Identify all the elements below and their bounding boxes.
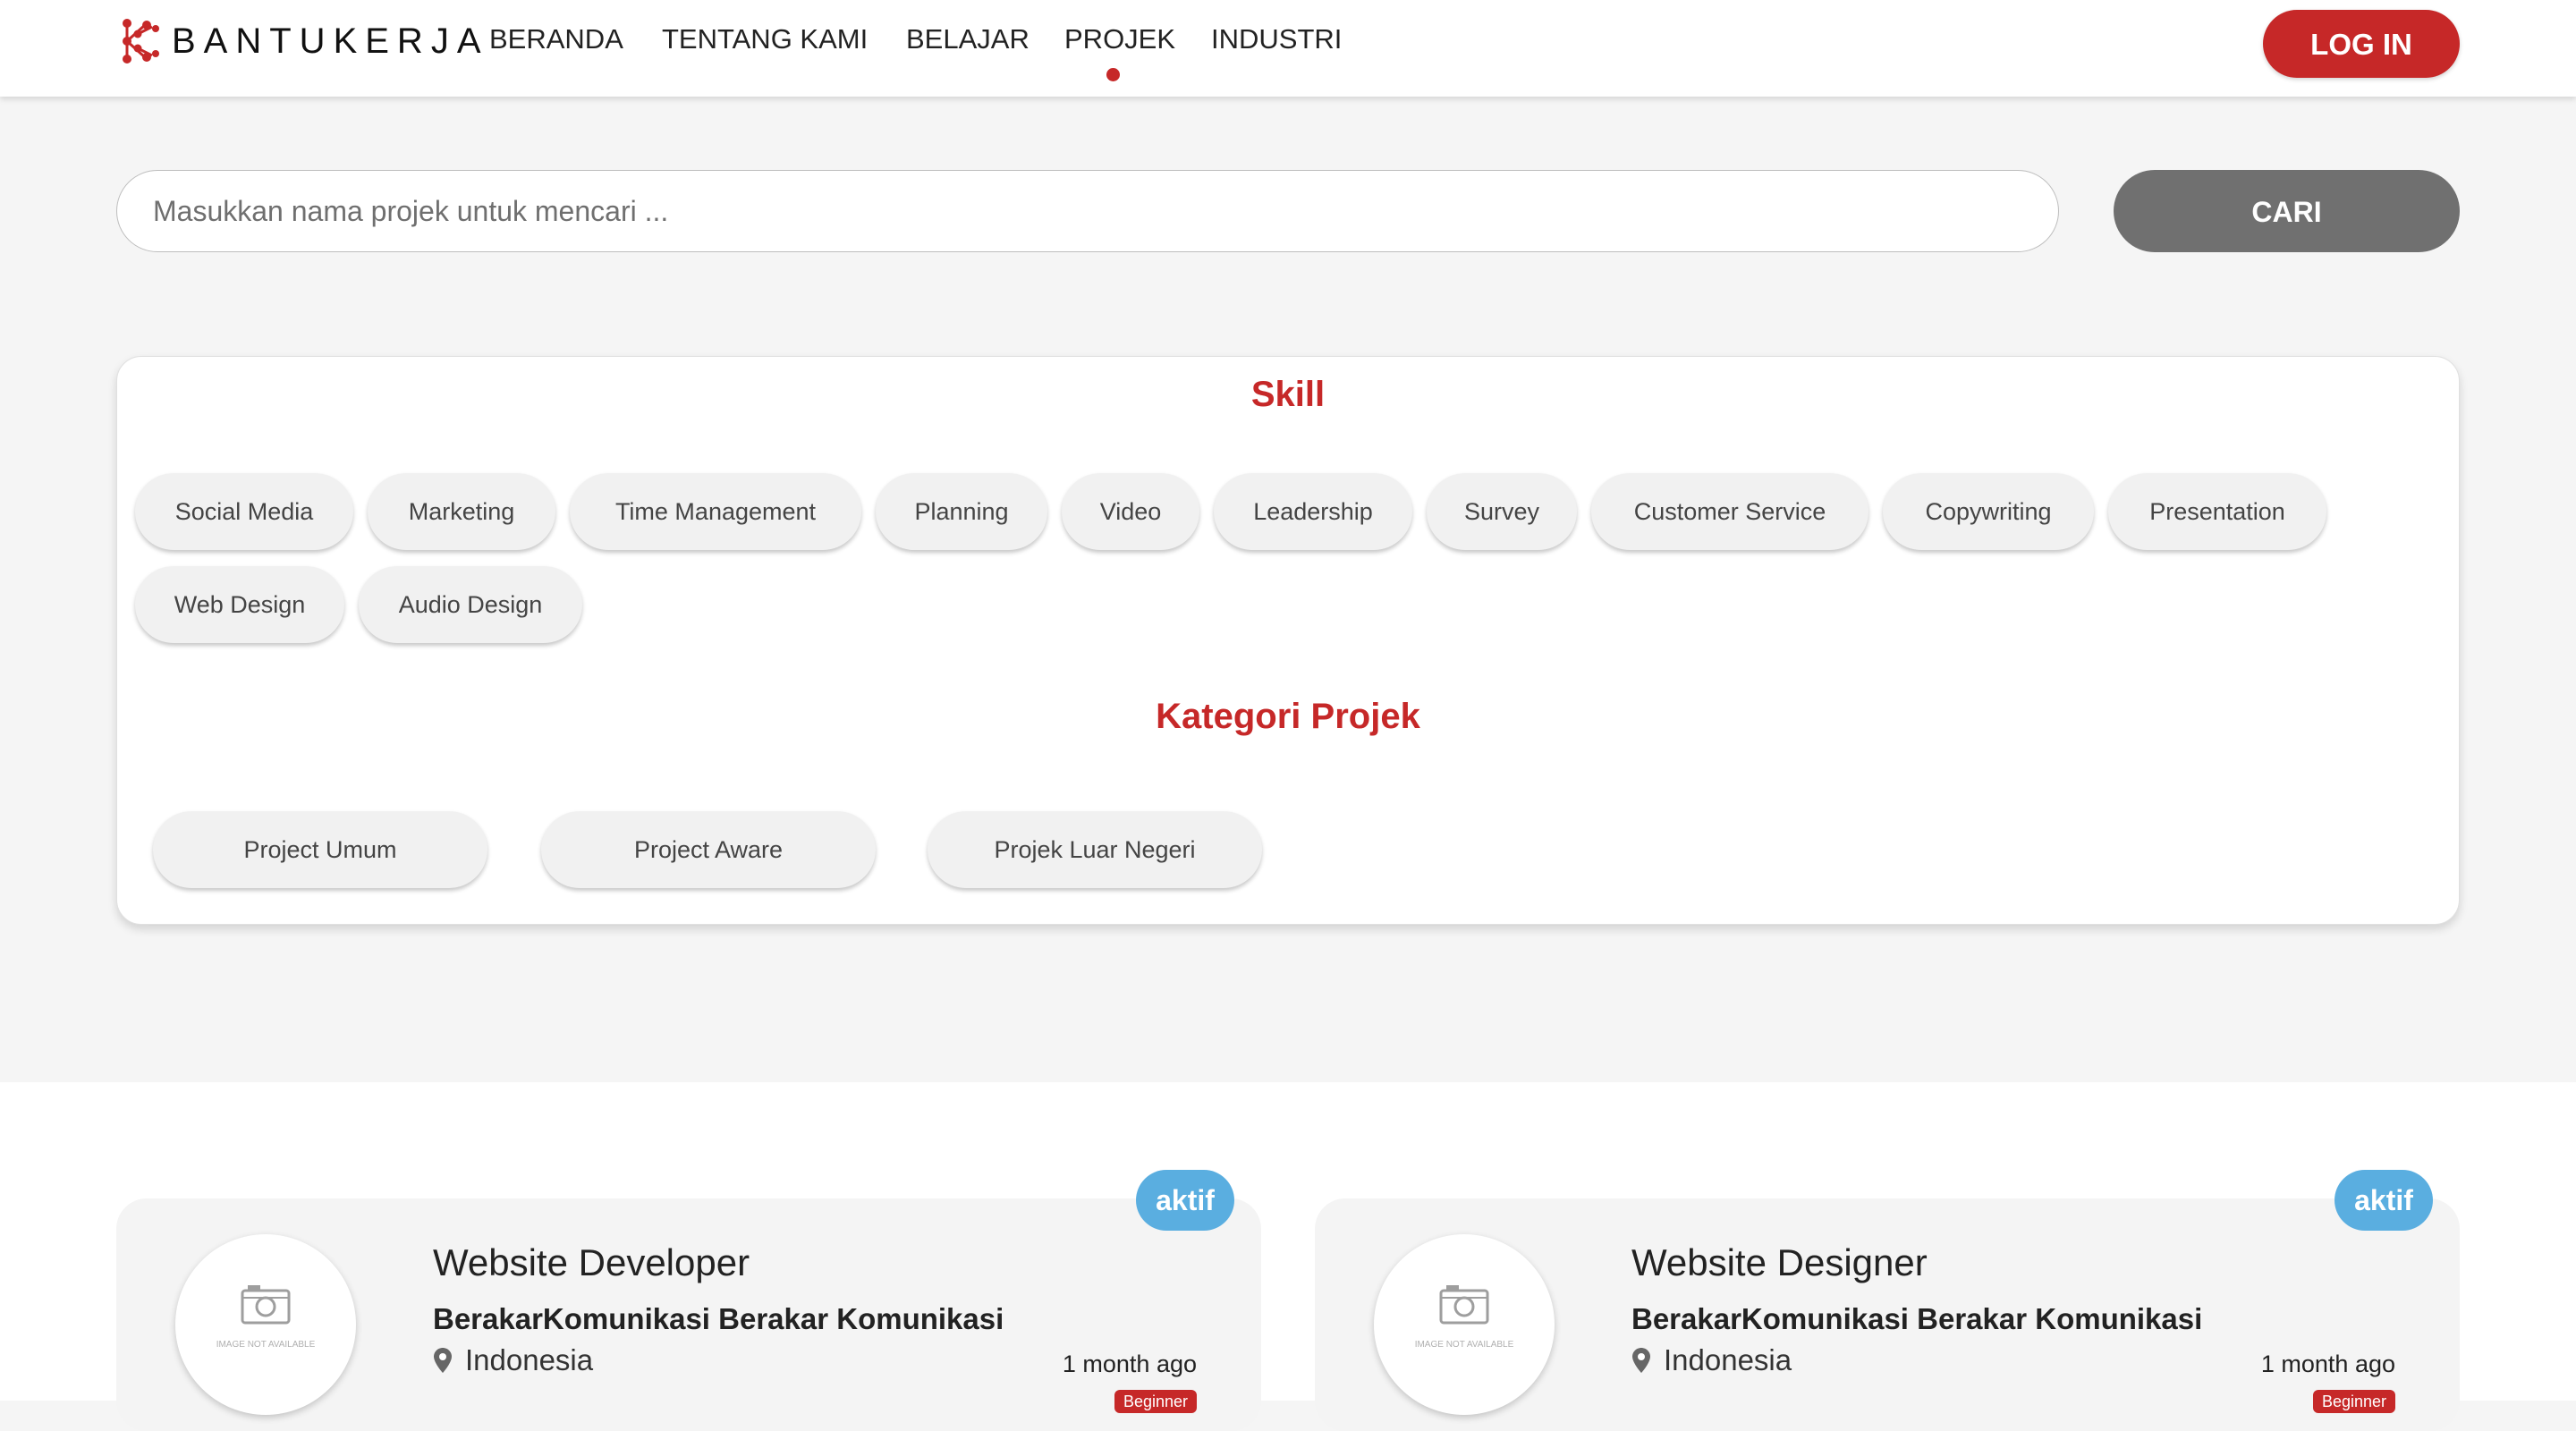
location-pin-icon bbox=[1632, 1348, 1650, 1373]
project-card[interactable]: IMAGE NOT AVAILABLE Website Designer Ber… bbox=[1315, 1198, 2460, 1431]
project-card[interactable]: IMAGE NOT AVAILABLE Website Developer Be… bbox=[116, 1198, 1261, 1431]
location-pin-icon bbox=[434, 1348, 452, 1373]
skill-chip-planning[interactable]: Planning bbox=[876, 473, 1047, 550]
skill-chip-row: Social Media Marketing Time Management P… bbox=[117, 473, 2459, 554]
search-input[interactable] bbox=[116, 170, 2059, 252]
location-text: Indonesia bbox=[1664, 1343, 1792, 1376]
camera-icon bbox=[1439, 1285, 1489, 1325]
filter-panel: Skill Social Media Marketing Time Manage… bbox=[116, 356, 2460, 925]
project-location: Indonesia bbox=[1631, 1343, 1792, 1377]
category-chip-projek-luar-negeri[interactable]: Projek Luar Negeri bbox=[928, 811, 1262, 888]
nav-belajar[interactable]: BELAJAR bbox=[906, 23, 1030, 55]
nav-industri[interactable]: INDUSTRI bbox=[1211, 23, 1342, 55]
login-button[interactable]: LOG IN bbox=[2263, 10, 2460, 78]
skill-heading: Skill bbox=[1250, 375, 1326, 414]
project-image-placeholder: IMAGE NOT AVAILABLE bbox=[1374, 1234, 1555, 1415]
image-not-available-text: IMAGE NOT AVAILABLE bbox=[1414, 1340, 1514, 1350]
project-company: BerakarKomunikasi Berakar Komunikasi bbox=[433, 1302, 1004, 1335]
project-location: Indonesia bbox=[433, 1343, 593, 1377]
posted-time: 1 month ago bbox=[2260, 1351, 2395, 1377]
status-badge: aktif bbox=[2334, 1170, 2433, 1231]
skill-chip-presentation[interactable]: Presentation bbox=[2108, 473, 2326, 550]
skill-chip-leadership[interactable]: Leadership bbox=[1214, 473, 1412, 550]
level-badge: Beginner bbox=[2312, 1390, 2395, 1413]
location-text: Indonesia bbox=[465, 1343, 594, 1376]
skill-chip-row-2: Web Design Audio Design bbox=[117, 566, 2459, 647]
logo[interactable]: BANTUKERJA bbox=[120, 16, 489, 66]
skill-chip-marketing[interactable]: Marketing bbox=[368, 473, 555, 550]
project-title[interactable]: Website Developer bbox=[433, 1241, 750, 1284]
top-navbar: BANTUKERJA BERANDA TENTANG KAMI BELAJAR … bbox=[0, 0, 2576, 97]
image-not-available-text: IMAGE NOT AVAILABLE bbox=[216, 1340, 316, 1350]
level-badge: Beginner bbox=[1114, 1390, 1197, 1413]
skill-chip-copywriting[interactable]: Copywriting bbox=[1883, 473, 2094, 550]
search-button[interactable]: CARI bbox=[2114, 170, 2460, 252]
skill-chip-audio-design[interactable]: Audio Design bbox=[359, 566, 582, 643]
active-nav-indicator bbox=[1106, 68, 1120, 81]
project-title[interactable]: Website Designer bbox=[1631, 1241, 1928, 1284]
nav-projek[interactable]: PROJEK bbox=[1064, 23, 1175, 55]
nav-beranda[interactable]: BERANDA bbox=[489, 23, 623, 55]
logo-icon bbox=[123, 19, 159, 64]
skill-chip-web-design[interactable]: Web Design bbox=[135, 566, 344, 643]
skill-chip-video[interactable]: Video bbox=[1062, 473, 1199, 550]
category-heading: Kategori Projek bbox=[1156, 697, 1420, 736]
camera-icon bbox=[241, 1285, 291, 1325]
project-company: BerakarKomunikasi Berakar Komunikasi bbox=[1631, 1302, 2203, 1335]
category-chip-project-aware[interactable]: Project Aware bbox=[541, 811, 876, 888]
skill-chip-social-media[interactable]: Social Media bbox=[135, 473, 353, 550]
skill-chip-time-management[interactable]: Time Management bbox=[570, 473, 861, 550]
project-image-placeholder: IMAGE NOT AVAILABLE bbox=[175, 1234, 356, 1415]
skill-chip-survey[interactable]: Survey bbox=[1427, 473, 1577, 550]
nav-tentang-kami[interactable]: TENTANG KAMI bbox=[662, 23, 868, 55]
posted-time: 1 month ago bbox=[1062, 1351, 1197, 1377]
status-badge: aktif bbox=[1136, 1170, 1234, 1231]
skill-chip-customer-service[interactable]: Customer Service bbox=[1591, 473, 1868, 550]
project-list-section: IMAGE NOT AVAILABLE Website Developer Be… bbox=[0, 1082, 2576, 1431]
category-chip-project-umum[interactable]: Project Umum bbox=[153, 811, 487, 888]
category-chip-row: Project Umum Project Aware Projek Luar N… bbox=[117, 811, 2459, 892]
logo-text: BANTUKERJA bbox=[172, 21, 489, 61]
